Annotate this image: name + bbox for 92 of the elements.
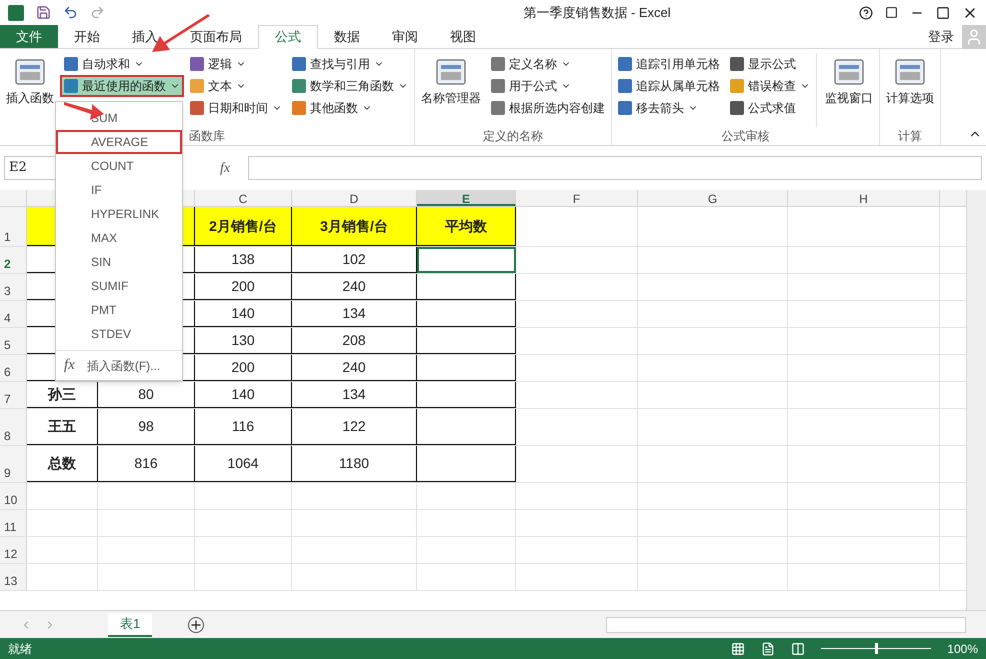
- table-cell: 3月销售/台: [292, 207, 417, 246]
- ribbon-button[interactable]: 日期和时间: [186, 97, 286, 119]
- menu-item[interactable]: STDEV: [56, 322, 182, 346]
- ribbon-large-button[interactable]: 插入函数: [2, 53, 58, 127]
- row-header[interactable]: 11: [0, 510, 27, 536]
- row-header[interactable]: 4: [0, 301, 27, 327]
- ribbon-tab[interactable]: 开始: [58, 25, 116, 48]
- ribbon-button[interactable]: 用于公式: [487, 75, 609, 97]
- table-cell: 200: [195, 355, 292, 381]
- table-cell: 80: [98, 382, 195, 408]
- table-cell: 134: [292, 382, 417, 408]
- ribbon-button[interactable]: 显示公式: [726, 53, 814, 75]
- ribbon-tab[interactable]: 插入: [116, 25, 174, 48]
- ribbon-button[interactable]: 公式求值: [726, 97, 814, 119]
- column-header[interactable]: E: [417, 190, 516, 206]
- row-header[interactable]: 1: [0, 207, 27, 246]
- group-label: 定义的名称: [483, 128, 543, 145]
- table-cell: 孙三: [27, 382, 98, 408]
- column-header[interactable]: H: [788, 190, 940, 206]
- table-cell: 134: [292, 301, 417, 327]
- table-cell: 总数: [27, 446, 98, 482]
- menu-item[interactable]: HYPERLINK: [56, 202, 182, 226]
- menu-item[interactable]: SUMIF: [56, 274, 182, 298]
- ribbon-tab[interactable]: 页面布局: [174, 25, 258, 48]
- row-header[interactable]: 7: [0, 382, 27, 408]
- table-cell: 140: [195, 382, 292, 408]
- ribbon-button[interactable]: 其他函数: [288, 97, 412, 119]
- table-cell: 2月销售/台: [195, 207, 292, 246]
- row-header[interactable]: 10: [0, 483, 27, 509]
- group-label: 公式审核: [722, 128, 770, 145]
- row-header[interactable]: 8: [0, 409, 27, 445]
- ribbon-button[interactable]: 查找与引用: [288, 53, 412, 75]
- ribbon-button[interactable]: 定义名称: [487, 53, 609, 75]
- row-header[interactable]: 9: [0, 446, 27, 482]
- ribbon-button[interactable]: 追踪从属单元格: [614, 75, 724, 97]
- ribbon-tab[interactable]: 公式: [258, 25, 318, 49]
- row-header[interactable]: 2: [0, 247, 27, 273]
- column-header[interactable]: G: [638, 190, 788, 206]
- row-header[interactable]: 5: [0, 328, 27, 354]
- menu-item[interactable]: IF: [56, 178, 182, 202]
- table-cell: 240: [292, 355, 417, 381]
- table-cell: 200: [195, 274, 292, 300]
- menu-item[interactable]: SIN: [56, 250, 182, 274]
- status-text: 就绪: [8, 640, 33, 658]
- ribbon-button[interactable]: 逻辑: [186, 53, 286, 75]
- table-cell: 98: [98, 409, 195, 445]
- ribbon-button[interactable]: 移去箭头: [614, 97, 724, 119]
- row-header[interactable]: 13: [0, 564, 27, 590]
- table-cell: 116: [195, 409, 292, 445]
- table-cell: 138: [195, 247, 292, 273]
- ribbon-button[interactable]: 根据所选内容创建: [487, 97, 609, 119]
- insert-function-button[interactable]: fx: [220, 158, 240, 178]
- table-cell: 240: [292, 274, 417, 300]
- zoom-level: 100%: [947, 640, 978, 658]
- window-title: 第一季度销售数据 - Excel: [522, 4, 672, 22]
- row-header[interactable]: 3: [0, 274, 27, 300]
- column-header[interactable]: F: [516, 190, 638, 206]
- ribbon-large-button[interactable]: 监视窗口: [821, 53, 877, 106]
- menu-item[interactable]: AVERAGE: [56, 130, 182, 154]
- ribbon-large-button[interactable]: 计算选项: [882, 53, 938, 127]
- function-icon: fx: [64, 354, 75, 377]
- ribbon-tab[interactable]: 审阅: [376, 25, 434, 48]
- ribbon-large-button[interactable]: 名称管理器: [417, 53, 485, 127]
- ribbon-button[interactable]: 数学和三角函数: [288, 75, 412, 97]
- table-cell: 102: [292, 247, 417, 273]
- group-label: 计算: [898, 128, 922, 145]
- table-cell: 王五: [27, 409, 98, 445]
- table-cell: 816: [98, 446, 195, 482]
- table-cell: 130: [195, 328, 292, 354]
- table-cell: 208: [292, 328, 417, 354]
- row-header[interactable]: 12: [0, 537, 27, 563]
- table-cell: 1064: [195, 446, 292, 482]
- ribbon-button[interactable]: 错误检查: [726, 75, 814, 97]
- file-tab[interactable]: 文件: [0, 25, 58, 48]
- table-cell: 平均数: [417, 207, 516, 246]
- sheet-tab[interactable]: 表1: [108, 612, 152, 636]
- group-label: 函数库: [189, 128, 225, 145]
- ribbon-tab[interactable]: 数据: [318, 25, 376, 48]
- ribbon-button[interactable]: 自动求和: [60, 53, 184, 75]
- column-header[interactable]: C: [195, 190, 292, 206]
- ribbon-button[interactable]: 文本: [186, 75, 286, 97]
- ribbon-button[interactable]: 最近使用的函数: [60, 75, 184, 97]
- menu-item[interactable]: PMT: [56, 298, 182, 322]
- sign-in-link[interactable]: 登录: [928, 26, 954, 46]
- ribbon-button[interactable]: 追踪引用单元格: [614, 53, 724, 75]
- row-header[interactable]: 6: [0, 355, 27, 381]
- ribbon-tab[interactable]: 视图: [434, 25, 492, 48]
- table-cell: 122: [292, 409, 417, 445]
- table-cell: 1180: [292, 446, 417, 482]
- menu-item[interactable]: fx 插入函数(F)...: [56, 354, 160, 377]
- table-cell: 140: [195, 301, 292, 327]
- menu-item[interactable]: MAX: [56, 226, 182, 250]
